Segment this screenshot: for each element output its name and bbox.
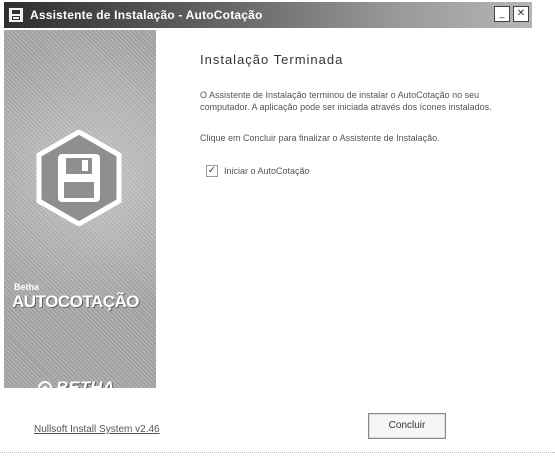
window-title: Assistente de Instalação - AutoCotação [30, 8, 263, 22]
installer-branding-link[interactable]: Nullsoft Install System v2.46 [34, 424, 160, 435]
minimize-button[interactable]: _ [494, 6, 510, 22]
brand-logo: BETHA [38, 378, 115, 388]
window-controls: _ ✕ [494, 6, 529, 22]
brand-name: BETHA [56, 378, 115, 388]
finish-page-content: Instalação Terminada O Assistente de Ins… [200, 52, 540, 177]
finish-button[interactable]: Concluir [368, 413, 446, 439]
finish-instruction: Clique em Concluir para finalizar o Assi… [200, 133, 440, 143]
launch-app-option[interactable]: ✓ Iniciar o AutoCotação [206, 165, 540, 177]
title-bar[interactable]: Assistente de Instalação - AutoCotação _… [4, 2, 532, 28]
page-title: Instalação Terminada [200, 52, 344, 67]
installer-window: Assistente de Instalação - AutoCotação _… [0, 0, 555, 462]
completion-message: O Assistente de Instalação terminou de i… [200, 90, 492, 112]
close-button[interactable]: ✕ [513, 6, 529, 22]
product-banner: Betha AUTOCOTAÇÃO BETHA [4, 30, 156, 388]
brand-circle-icon [38, 381, 52, 388]
bottom-divider [0, 452, 555, 454]
floppy-disk-hexagon-icon [36, 130, 122, 226]
product-prefix: Betha [14, 282, 40, 292]
launch-app-label[interactable]: Iniciar o AutoCotação [224, 166, 310, 176]
launch-app-checkbox[interactable]: ✓ [206, 165, 218, 177]
installer-app-icon [8, 7, 24, 23]
product-name: AUTOCOTAÇÃO [12, 292, 140, 311]
